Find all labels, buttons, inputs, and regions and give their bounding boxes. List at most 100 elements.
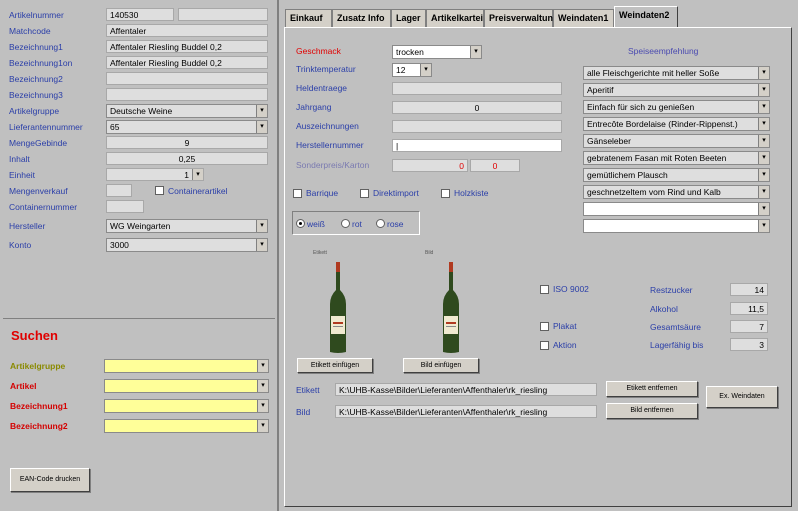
trinktemp-value: 12: [396, 65, 406, 75]
chevron-down-icon: ▾: [257, 400, 268, 412]
tab-weindaten1[interactable]: Weindaten1: [553, 9, 614, 27]
tab-preisverwaltung[interactable]: Preisverwaltung: [484, 9, 559, 27]
heldentraege-field[interactable]: [392, 82, 562, 95]
chevron-down-icon: ▾: [758, 203, 769, 215]
jahrgang-field[interactable]: 0: [392, 101, 562, 114]
geschmack-dropdown[interactable]: trocken ▾: [392, 45, 482, 59]
speise-value-1: Aperitif: [587, 85, 614, 95]
bezeichnung3-label: Bezeichnung3: [9, 90, 63, 100]
speise-value-5: gebratenem Fasan mit Roten Beeten: [587, 153, 727, 163]
search-artikel-dropdown[interactable]: ▾: [104, 379, 269, 393]
jahrgang-label: Jahrgang: [296, 102, 332, 112]
gesamts-ure-field[interactable]: 7: [730, 320, 768, 333]
search-bezeichnung1-label: Bezeichnung1: [10, 401, 68, 411]
speise-dropdown-5[interactable]: gebratenem Fasan mit Roten Beeten ▾: [583, 151, 770, 165]
trinktemp-dropdown[interactable]: 12 ▾: [392, 63, 432, 77]
bezeichnung3-field[interactable]: [106, 88, 268, 101]
search-bezeichnung2-dropdown[interactable]: ▾: [104, 419, 269, 433]
tab-lager[interactable]: Lager: [391, 9, 426, 27]
restzucker-field[interactable]: 14: [730, 283, 768, 296]
barrique-checkbox[interactable]: [293, 189, 302, 198]
matchcode-value: Affentaler: [110, 26, 147, 36]
speise-dropdown-2[interactable]: Einfach für sich zu genießen ▾: [583, 100, 770, 114]
tab-artikelkartei[interactable]: Artikelkartei: [426, 9, 484, 27]
search-artikelgruppe-label: Artikelgruppe: [10, 361, 66, 371]
bezeichnung1-label: Bezeichnung1: [9, 42, 63, 52]
ean-code-button[interactable]: EAN-Code drucken: [10, 468, 90, 492]
artikelnummer-extra-field[interactable]: [178, 8, 268, 21]
color-radio-1[interactable]: [341, 219, 350, 228]
speise-dropdown-0[interactable]: alle Fleischgerichte mit heller Soße ▾: [583, 66, 770, 80]
chevron-down-icon: ▾: [758, 220, 769, 232]
tab-einkauf[interactable]: Einkauf: [285, 9, 332, 27]
chevron-down-icon: ▾: [192, 169, 203, 180]
einheit-value: 1: [184, 170, 189, 180]
artikelnummer-field[interactable]: 140530: [106, 8, 174, 21]
speise-value-6: gemütlichem Plausch: [587, 170, 668, 180]
tab-weindaten2[interactable]: Weindaten2: [614, 6, 678, 28]
color-radio-2[interactable]: [376, 219, 385, 228]
bezeichnung1-field[interactable]: Affentaler Riesling Buddel 0,2: [106, 40, 268, 53]
einheit-field[interactable]: 1 ▾: [106, 168, 204, 181]
sonderpreis-field-1[interactable]: 0: [392, 159, 468, 172]
konto-field[interactable]: 3000 ▾: [106, 238, 268, 252]
holzkiste-checkbox[interactable]: [441, 189, 450, 198]
artikelnummer-value: 140530: [110, 10, 139, 20]
iso-checkbox[interactable]: [540, 285, 549, 294]
bezeichnung1on-field[interactable]: Affentaler Riesling Buddel 0,2: [106, 56, 268, 69]
tab-zusatz-info[interactable]: Zusatz Info: [332, 9, 391, 27]
aktion-checkbox[interactable]: [540, 341, 549, 350]
artikelgruppe-field[interactable]: Deutsche Weine ▾: [106, 104, 268, 118]
etikett-insert-button[interactable]: Etikett einfügen: [297, 358, 373, 373]
containernummer-field[interactable]: [106, 200, 144, 213]
plakat-checkbox[interactable]: [540, 322, 549, 331]
bild-remove-button[interactable]: Bild entfernen: [606, 403, 698, 419]
lieferantennummer-field[interactable]: 65 ▾: [106, 120, 268, 134]
search-bezeichnung1-dropdown[interactable]: ▾: [104, 399, 269, 413]
color-label-0: weiß: [307, 219, 325, 229]
aktion-label: Aktion: [553, 340, 577, 350]
chevron-down-icon: ▾: [758, 135, 769, 147]
mengenverkauf-field[interactable]: [106, 184, 132, 197]
speise-dropdown-4[interactable]: Gänseleber ▾: [583, 134, 770, 148]
bild-path-field[interactable]: K:\UHB-Kasse\Bilder\Lieferanten\Affentha…: [335, 405, 597, 418]
color-label-2: rose: [387, 219, 404, 229]
speise-dropdown-1[interactable]: Aperitif ▾: [583, 83, 770, 97]
sonderpreis-field-2[interactable]: 0: [470, 159, 520, 172]
speise-value-3: Entrecôte Bordelaise (Rinder-Rippenst.): [587, 119, 738, 129]
speise-value-0: alle Fleischgerichte mit heller Soße: [587, 68, 720, 78]
speise-dropdown-7[interactable]: geschnetzeltem vom Rind und Kalb ▾: [583, 185, 770, 199]
bezeichnung2-field[interactable]: [106, 72, 268, 85]
inhalt-label: Inhalt: [9, 154, 30, 164]
artikelnummer-label: Artikelnummer: [9, 10, 64, 20]
iso-label: ISO 9002: [553, 284, 589, 294]
speise-dropdown-8[interactable]: ▾: [583, 202, 770, 216]
ex-weindaten-button[interactable]: Ex. Weindaten: [706, 386, 778, 408]
mengegebinde-value: 9: [184, 138, 190, 148]
direktimport-checkbox[interactable]: [360, 189, 369, 198]
hersteller-label: Hersteller: [9, 221, 46, 231]
herstellernummer-field[interactable]: |: [392, 139, 562, 152]
lagerf-hig-bis-field[interactable]: 3: [730, 338, 768, 351]
matchcode-field[interactable]: Affentaler: [106, 24, 268, 37]
etikett-path-field[interactable]: K:\UHB-Kasse\Bilder\Lieferanten\Affentha…: [335, 383, 597, 396]
containerartikel-checkbox[interactable]: [155, 186, 164, 195]
chevron-down-icon: ▾: [758, 84, 769, 96]
bild-insert-button[interactable]: Bild einfügen: [403, 358, 479, 373]
inhalt-field[interactable]: 0,25: [106, 152, 268, 165]
speise-dropdown-3[interactable]: Entrecôte Bordelaise (Rinder-Rippenst.) ▾: [583, 117, 770, 131]
color-radio-0[interactable]: [296, 219, 305, 228]
search-artikelgruppe-dropdown[interactable]: ▾: [104, 359, 269, 373]
herstellernummer-label: Herstellernummer: [296, 140, 364, 150]
trinktemp-label: Trinktemperatur: [296, 64, 356, 74]
speise-dropdown-6[interactable]: gemütlichem Plausch ▾: [583, 168, 770, 182]
mengegebinde-field[interactable]: 9: [106, 136, 268, 149]
auszeichnungen-field[interactable]: [392, 120, 562, 133]
auszeichnungen-label: Auszeichnungen: [296, 121, 359, 131]
etikett-remove-button[interactable]: Etikett entfernen: [606, 381, 698, 397]
hersteller-field[interactable]: WG Weingarten ▾: [106, 219, 268, 233]
chevron-down-icon: ▾: [257, 380, 268, 392]
alkohol-field[interactable]: 11,5: [730, 302, 768, 315]
speise-dropdown-9[interactable]: ▾: [583, 219, 770, 233]
etikett-image-caption: Etikett: [313, 250, 327, 256]
